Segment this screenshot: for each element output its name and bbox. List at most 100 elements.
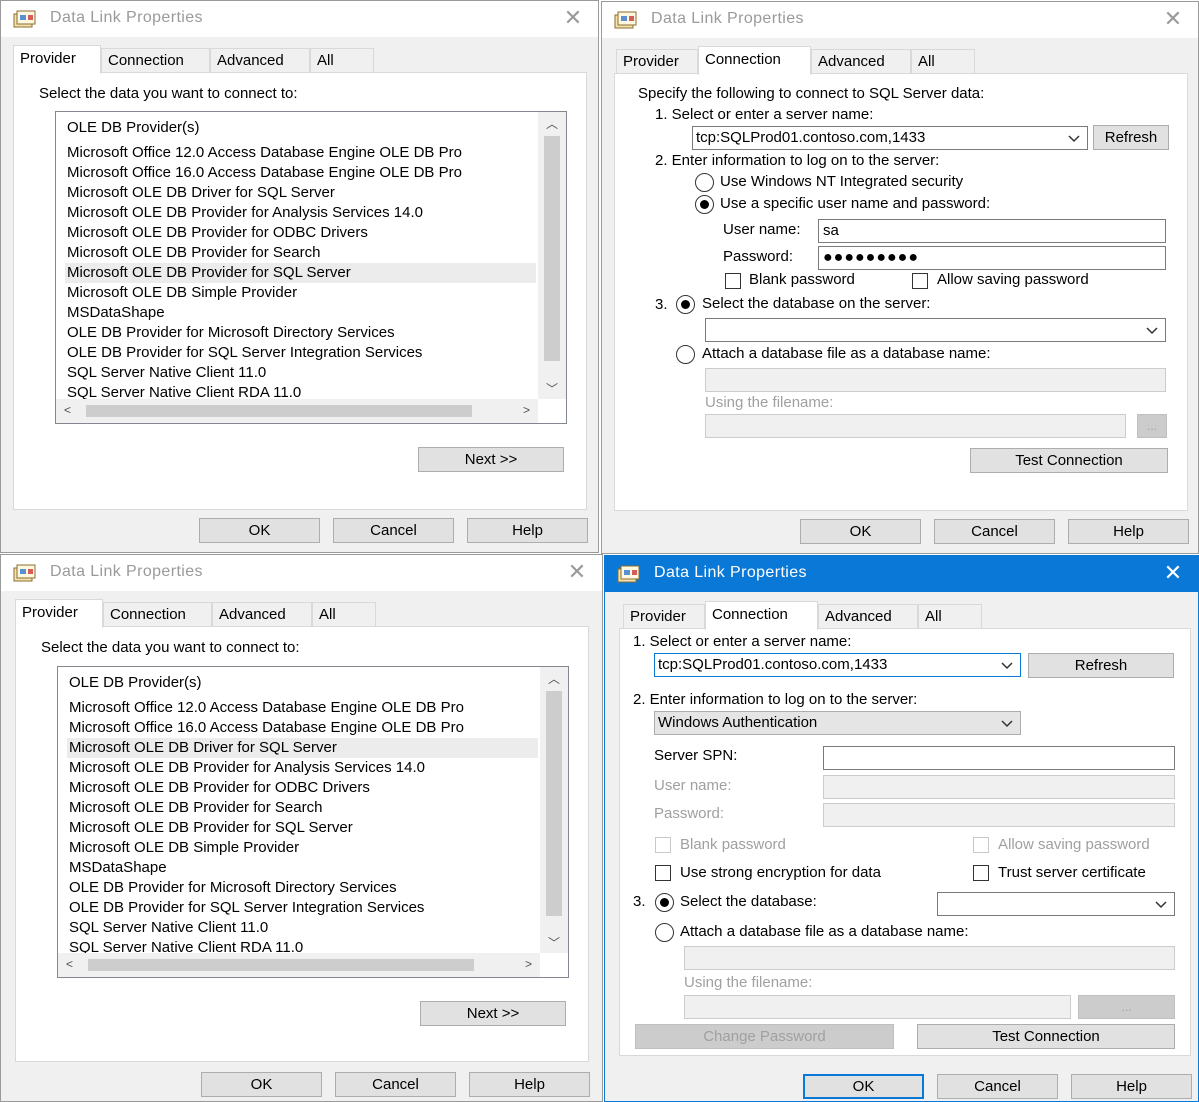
tab-advanced[interactable]: Advanced	[210, 48, 310, 73]
trust-certificate-checkbox[interactable]	[973, 865, 989, 881]
server-name-combo[interactable]: tcp:SQLProd01.contoso.com,1433	[654, 653, 1021, 677]
test-connection-button[interactable]: Test Connection	[917, 1024, 1175, 1049]
tab-all[interactable]: All	[312, 602, 376, 627]
list-item[interactable]: Microsoft OLE DB Driver for SQL Server	[67, 183, 335, 203]
scroll-down-icon[interactable]: ﹀	[548, 934, 560, 951]
select-db-radio[interactable]	[655, 893, 674, 912]
scroll-thumb[interactable]	[544, 136, 560, 361]
filename-input[interactable]	[705, 414, 1126, 438]
allow-saving-checkbox[interactable]	[973, 837, 989, 853]
user-name-input[interactable]: sa	[818, 219, 1166, 243]
help-button[interactable]: Help	[1068, 519, 1189, 544]
tab-provider[interactable]: Provider	[13, 45, 101, 74]
provider-list[interactable]: OLE DB Provider(s) Microsoft Office 12.0…	[57, 666, 569, 978]
password-input[interactable]	[823, 803, 1175, 827]
chevron-down-icon[interactable]	[1067, 131, 1081, 145]
chevron-down-icon[interactable]	[1154, 897, 1168, 911]
list-item[interactable]: Microsoft Office 12.0 Access Database En…	[67, 143, 462, 163]
select-db-radio[interactable]	[676, 295, 695, 314]
tab-all[interactable]: All	[310, 48, 374, 73]
server-name-combo[interactable]: tcp:SQLProd01.contoso.com,1433	[692, 126, 1088, 150]
windows-security-radio[interactable]	[695, 173, 714, 192]
ok-button[interactable]: OK	[803, 1074, 924, 1099]
authentication-combo[interactable]: Windows Authentication	[654, 711, 1021, 735]
tab-connection[interactable]: Connection	[705, 601, 818, 630]
provider-list[interactable]: OLE DB Provider(s) Microsoft Office 12.0…	[55, 111, 567, 424]
list-item[interactable]: Microsoft Office 16.0 Access Database En…	[67, 163, 462, 183]
tab-provider[interactable]: Provider	[623, 604, 705, 629]
list-item[interactable]: Microsoft OLE DB Provider for SQL Server	[69, 818, 353, 838]
list-item[interactable]: Microsoft Office 16.0 Access Database En…	[69, 718, 464, 738]
vertical-scrollbar[interactable]: ︿ ﹀	[538, 112, 566, 399]
close-icon[interactable]: ✕	[1160, 560, 1186, 586]
list-item[interactable]: Microsoft OLE DB Provider for Search	[67, 243, 320, 263]
cancel-button[interactable]: Cancel	[333, 518, 454, 543]
ok-button[interactable]: OK	[800, 519, 921, 544]
database-combo[interactable]	[937, 892, 1175, 916]
close-icon[interactable]: ✕	[560, 5, 586, 31]
attach-db-input[interactable]	[684, 946, 1175, 970]
help-button[interactable]: Help	[1071, 1074, 1192, 1099]
scroll-right-icon[interactable]: >	[523, 403, 530, 417]
list-item[interactable]: Microsoft OLE DB Provider for ODBC Drive…	[67, 223, 368, 243]
test-connection-button[interactable]: Test Connection	[970, 448, 1168, 473]
list-item[interactable]: Microsoft OLE DB Simple Provider	[67, 283, 297, 303]
filename-input[interactable]	[684, 995, 1071, 1019]
strong-encryption-checkbox[interactable]	[655, 865, 671, 881]
ok-button[interactable]: OK	[199, 518, 320, 543]
database-combo[interactable]	[705, 318, 1166, 342]
list-item[interactable]: Microsoft OLE DB Provider for Analysis S…	[69, 758, 425, 778]
tab-connection[interactable]: Connection	[698, 46, 811, 75]
browse-button[interactable]: ...	[1078, 995, 1175, 1019]
server-spn-input[interactable]	[823, 746, 1175, 770]
ok-button[interactable]: OK	[201, 1072, 322, 1097]
attach-db-radio[interactable]	[655, 923, 674, 942]
tab-connection[interactable]: Connection	[101, 48, 210, 73]
list-item[interactable]: Microsoft OLE DB Provider for ODBC Drive…	[69, 778, 370, 798]
scroll-up-icon[interactable]: ︿	[546, 115, 558, 132]
list-item[interactable]: MSDataShape	[67, 303, 165, 323]
list-item[interactable]: Microsoft Office 12.0 Access Database En…	[69, 698, 464, 718]
attach-db-input[interactable]	[705, 368, 1166, 392]
horizontal-scrollbar[interactable]: < >	[58, 953, 540, 977]
help-button[interactable]: Help	[469, 1072, 590, 1097]
list-item[interactable]: OLE DB Provider for SQL Server Integrati…	[67, 343, 422, 363]
help-button[interactable]: Help	[467, 518, 588, 543]
browse-button[interactable]: ...	[1137, 414, 1167, 438]
list-item[interactable]: OLE DB Provider for Microsoft Directory …	[67, 323, 395, 343]
vertical-scrollbar[interactable]: ︿ ﹀	[540, 667, 568, 953]
list-item-selected[interactable]: Microsoft OLE DB Provider for SQL Server	[65, 263, 536, 283]
change-password-button[interactable]: Change Password	[635, 1024, 894, 1049]
list-item[interactable]: Microsoft OLE DB Provider for Analysis S…	[67, 203, 423, 223]
list-item[interactable]: Microsoft OLE DB Simple Provider	[69, 838, 299, 858]
list-item[interactable]: MSDataShape	[69, 858, 167, 878]
list-item[interactable]: SQL Server Native Client 11.0	[67, 363, 266, 383]
refresh-button[interactable]: Refresh	[1028, 653, 1174, 678]
horizontal-scrollbar[interactable]: < >	[56, 399, 538, 423]
blank-password-checkbox[interactable]	[725, 273, 741, 289]
scroll-up-icon[interactable]: ︿	[548, 670, 560, 687]
cancel-button[interactable]: Cancel	[937, 1074, 1058, 1099]
list-item-selected[interactable]: Microsoft OLE DB Driver for SQL Server	[67, 738, 538, 758]
scroll-down-icon[interactable]: ﹀	[546, 380, 558, 397]
scroll-right-icon[interactable]: >	[525, 957, 532, 971]
tab-advanced[interactable]: Advanced	[818, 604, 918, 629]
specific-user-radio[interactable]	[695, 195, 714, 214]
user-name-input[interactable]	[823, 775, 1175, 799]
tab-provider[interactable]: Provider	[15, 599, 103, 628]
cancel-button[interactable]: Cancel	[934, 519, 1055, 544]
list-item[interactable]: Microsoft OLE DB Provider for Search	[69, 798, 322, 818]
scroll-left-icon[interactable]: <	[64, 403, 71, 417]
list-item[interactable]: OLE DB Provider for Microsoft Directory …	[69, 878, 397, 898]
chevron-down-icon[interactable]	[1000, 716, 1014, 730]
allow-saving-checkbox[interactable]	[912, 273, 928, 289]
next-button[interactable]: Next >>	[418, 447, 564, 472]
tab-provider[interactable]: Provider	[616, 49, 698, 74]
chevron-down-icon[interactable]	[1000, 658, 1014, 672]
tab-all[interactable]: All	[918, 604, 982, 629]
blank-password-checkbox[interactable]	[655, 837, 671, 853]
password-input[interactable]: ●●●●●●●●●	[818, 246, 1166, 270]
scroll-thumb[interactable]	[546, 691, 562, 916]
attach-db-radio[interactable]	[676, 345, 695, 364]
refresh-button[interactable]: Refresh	[1093, 125, 1169, 150]
